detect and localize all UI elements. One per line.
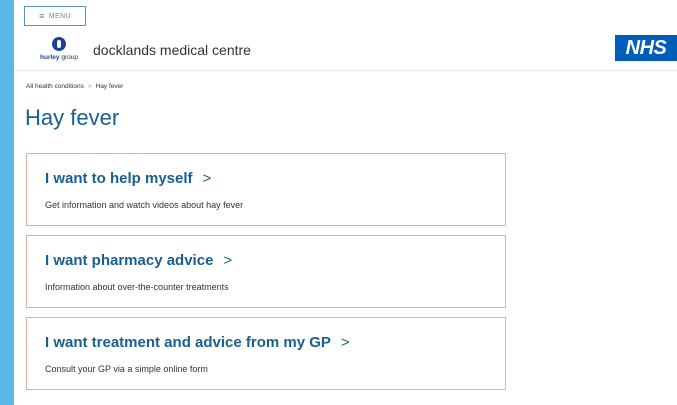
breadcrumb-chevron-icon: > <box>87 83 92 90</box>
card-help-myself[interactable]: I want to help myself > Get information a… <box>26 153 506 226</box>
chevron-right-icon: > <box>202 170 212 187</box>
chevron-right-icon: > <box>223 252 233 269</box>
nhs-logo: NHS <box>615 35 677 61</box>
header-divider <box>14 70 677 71</box>
menu-button[interactable]: ≡ MENU <box>24 6 86 26</box>
menu-label: MENU <box>48 12 71 20</box>
breadcrumb-current: Hay fever <box>95 83 124 90</box>
card-pharmacy-advice[interactable]: I want pharmacy advice > Information abou… <box>26 235 506 308</box>
card-description: Consult your GP via a simple online form <box>45 364 208 374</box>
card-title: I want to help myself > <box>45 170 212 187</box>
breadcrumb-link-all-conditions[interactable]: All health conditions <box>26 83 84 90</box>
card-title: I want treatment and advice from my GP > <box>45 334 350 351</box>
page-title: Hay fever <box>25 105 120 130</box>
card-gp-treatment[interactable]: I want treatment and advice from my GP > … <box>26 317 506 390</box>
hurley-group-logo[interactable]: hurley group <box>34 37 84 63</box>
practice-name: docklands medical centre <box>93 42 251 58</box>
hurley-logo-icon <box>52 37 66 51</box>
chevron-right-icon: > <box>340 334 350 351</box>
breadcrumb: All health conditions > Hay fever <box>26 83 123 90</box>
page: ≡ MENU hurley group docklands medical ce… <box>14 0 677 405</box>
card-description: Information about over-the-counter treat… <box>45 282 229 292</box>
card-title: I want pharmacy advice > <box>45 252 233 269</box>
card-description: Get information and watch videos about h… <box>45 200 244 210</box>
hurley-logo-text: hurley group <box>40 54 78 61</box>
hamburger-icon: ≡ <box>39 10 45 21</box>
